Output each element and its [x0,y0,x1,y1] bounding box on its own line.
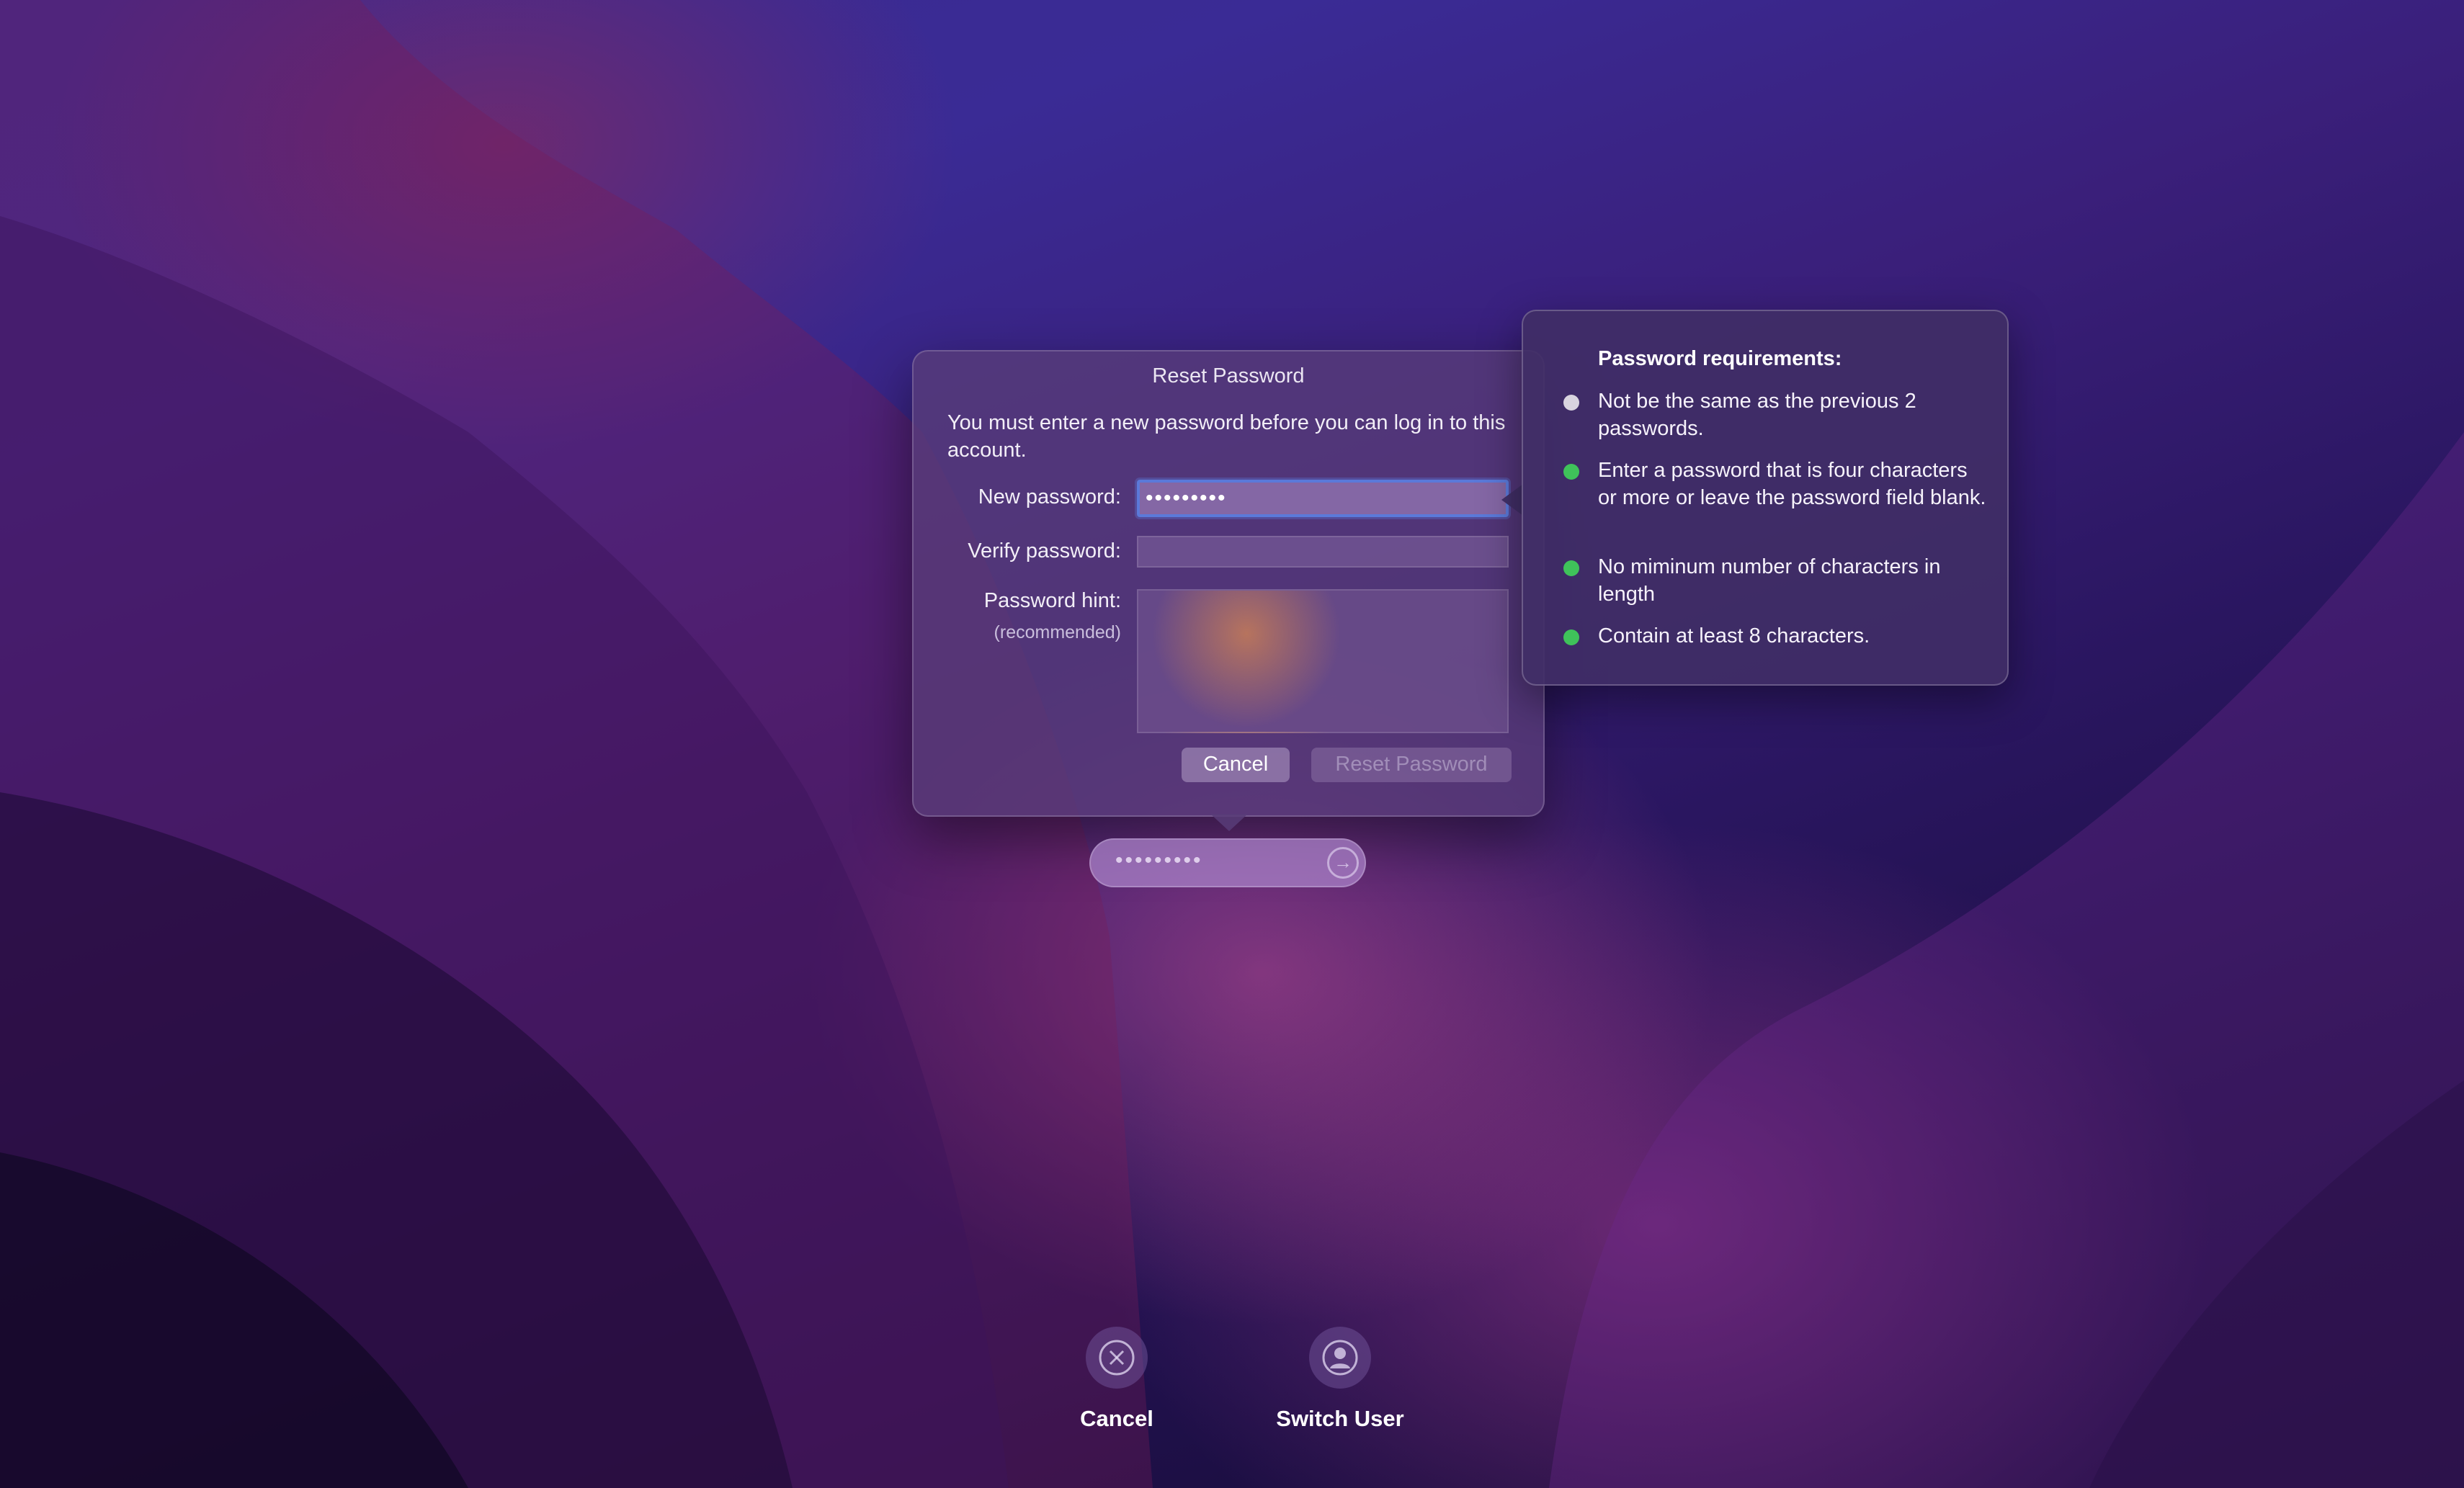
password-requirements-popover: Password requirements: Not be the same a… [1522,310,2009,686]
arrow-right-circle-icon[interactable]: → [1327,847,1359,879]
status-dot-icon [1563,464,1579,480]
reset-password-dialog: Reset Password You must enter a new pass… [912,350,1545,817]
requirement-text: Contain at least 8 characters. [1598,624,1870,647]
requirement-text: No miminum number of characters in lengt… [1598,555,1941,606]
close-circle-icon[interactable] [1086,1327,1148,1389]
bottom-cancel-label: Cancel [1080,1406,1153,1431]
status-dot-icon [1563,395,1579,411]
status-dot-icon [1563,560,1579,576]
dialog-message: You must enter a new password before you… [947,411,1506,462]
new-password-field[interactable]: ••••••••• [1137,480,1509,517]
switch-user-label: Switch User [1276,1406,1404,1431]
popover-arrow [1501,484,1523,516]
verify-password-label: Verify password: [968,539,1121,563]
login-password-value: ••••••••• [1115,848,1203,872]
user-circle-icon[interactable] [1309,1327,1371,1389]
password-hint-sublabel: (recommended) [994,622,1121,642]
status-dot-icon [1563,629,1579,645]
dialog-pointer [1210,814,1248,831]
requirement-text: Enter a password that is four characters… [1598,459,1986,509]
switch-user-action[interactable]: Switch User [1246,1327,1434,1432]
login-password-field[interactable]: ••••••••• → [1089,838,1366,887]
bottom-cancel-action[interactable]: Cancel [1023,1327,1210,1432]
password-hint-field[interactable] [1137,589,1509,733]
requirement-text: Not be the same as the previous 2 passwo… [1598,390,1916,440]
reset-password-button[interactable]: Reset Password [1311,748,1512,782]
new-password-label: New password: [978,485,1121,508]
dialog-title: Reset Password [1152,364,1305,387]
verify-password-field[interactable] [1137,536,1509,568]
password-hint-label: Password hint: [983,589,1121,612]
cancel-button[interactable]: Cancel [1182,748,1290,782]
requirements-title: Password requirements: [1598,347,1842,370]
